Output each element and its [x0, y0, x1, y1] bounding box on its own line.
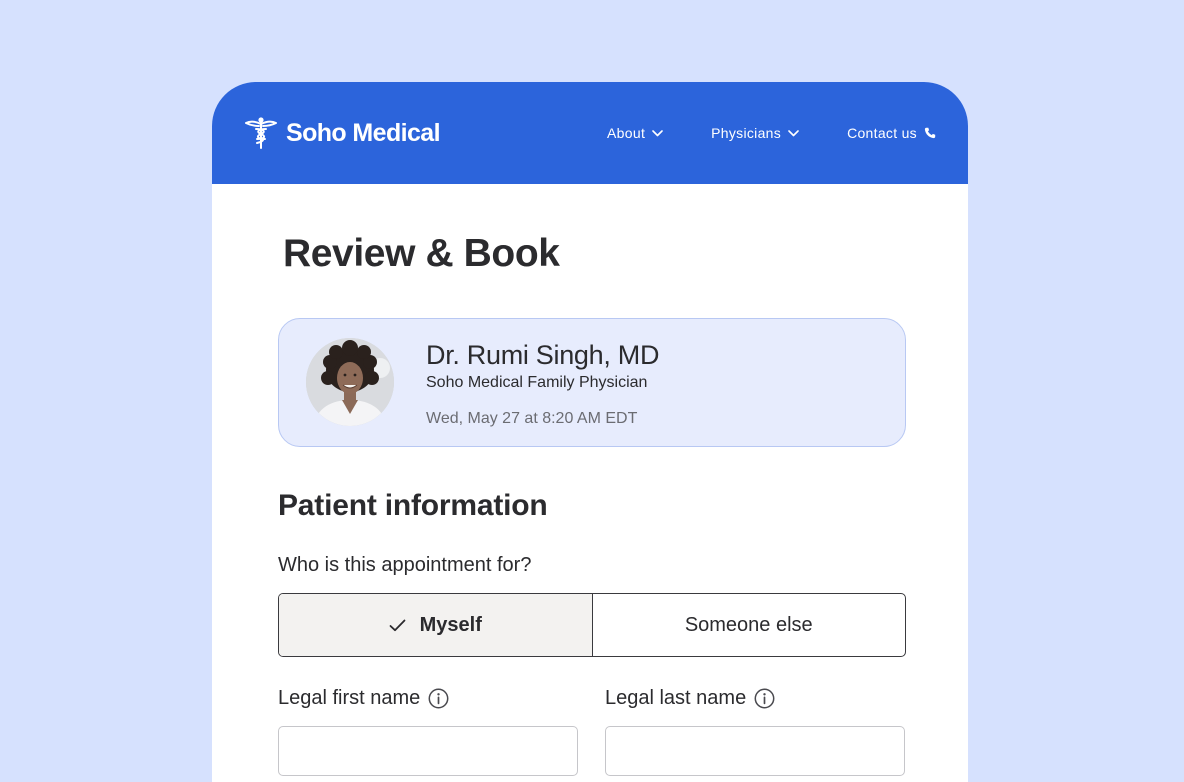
chevron-down-icon [652, 129, 663, 136]
doctor-role: Soho Medical Family Physician [426, 374, 648, 391]
appointment-for-question: Who is this appointment for? [278, 554, 532, 576]
nav-about-label: About [607, 125, 646, 141]
phone-icon [924, 127, 936, 139]
nav-contact[interactable]: Contact us [847, 125, 936, 141]
brand-name: Soho Medical [286, 118, 441, 147]
appointment-summary-card: Dr. Rumi Singh, MD Soho Medical Family P… [278, 318, 906, 447]
page-title: Review & Book [283, 232, 560, 275]
doctor-name: Dr. Rumi Singh, MD [426, 340, 660, 370]
first-name-input[interactable] [278, 726, 578, 776]
first-name-label: Legal first name [278, 687, 421, 709]
caduceus-icon [245, 117, 277, 149]
option-myself-label: Myself [419, 613, 482, 636]
chevron-down-icon [788, 129, 799, 136]
nav-physicians[interactable]: Physicians [711, 125, 799, 141]
section-title-patient-info: Patient information [278, 489, 548, 522]
info-icon[interactable] [428, 688, 449, 709]
option-myself[interactable]: Myself [279, 594, 593, 656]
checkmark-icon [389, 619, 406, 631]
info-icon[interactable] [754, 688, 775, 709]
appointment-for-toggle: Myself Someone else [278, 593, 906, 657]
booking-card: Soho Medical About Physicians Contact us [212, 82, 968, 782]
nav-about[interactable]: About [607, 125, 663, 141]
nav-physicians-label: Physicians [711, 125, 782, 141]
doctor-avatar [306, 338, 394, 426]
option-someone-else[interactable]: Someone else [593, 594, 906, 656]
option-someone-else-label: Someone else [684, 613, 813, 636]
last-name-label: Legal last name [605, 687, 747, 709]
first-name-label-row: Legal first name [278, 687, 449, 710]
site-header: Soho Medical About Physicians Contact us [212, 82, 968, 184]
nav-contact-label: Contact us [847, 125, 917, 141]
appointment-datetime: Wed, May 27 at 8:20 AM EDT [426, 410, 638, 427]
doctor-portrait [306, 338, 394, 426]
last-name-input[interactable] [605, 726, 905, 776]
last-name-label-row: Legal last name [605, 687, 775, 710]
brand-logo-link[interactable]: Soho Medical [244, 116, 441, 150]
main-nav: About Physicians Contact us [607, 82, 936, 184]
